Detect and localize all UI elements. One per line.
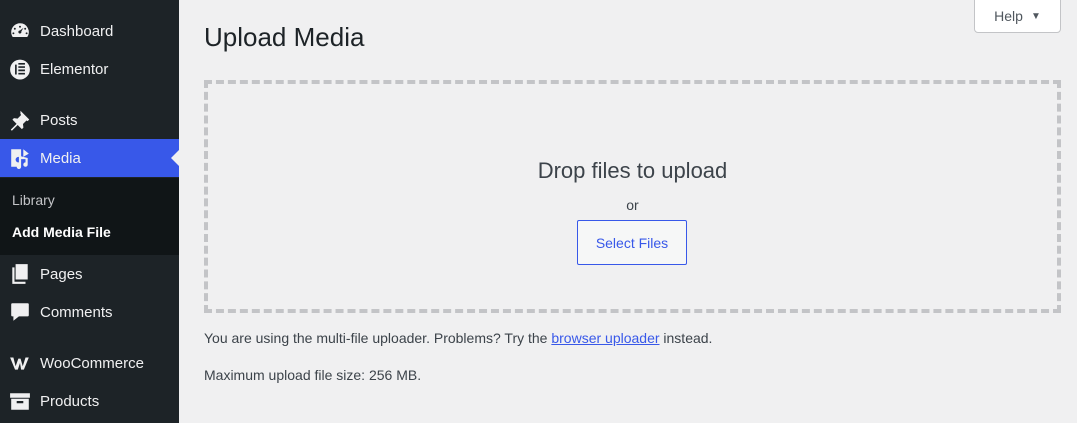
pin-icon bbox=[8, 108, 32, 132]
sidebar-item-label: Comments bbox=[40, 303, 113, 321]
pages-icon bbox=[8, 262, 32, 286]
uploader-info-suffix: instead. bbox=[659, 330, 713, 346]
sidebar-item-label: Posts bbox=[40, 111, 78, 129]
help-label: Help bbox=[994, 8, 1023, 24]
submenu-item-add-media-file[interactable]: Add Media File bbox=[12, 224, 111, 240]
admin-sidebar: Dashboard Elementor Posts Media Library … bbox=[0, 0, 179, 423]
archive-icon bbox=[8, 389, 32, 413]
select-files-button[interactable]: Select Files bbox=[577, 220, 687, 265]
sidebar-item-posts[interactable]: Posts bbox=[0, 101, 179, 139]
or-text: or bbox=[626, 197, 639, 213]
comment-icon bbox=[8, 300, 32, 324]
upload-dropzone[interactable]: Drop files to upload or Select Files bbox=[204, 80, 1061, 313]
dashboard-icon bbox=[8, 19, 32, 43]
sidebar-item-label: Media bbox=[40, 149, 81, 167]
sidebar-item-label: Pages bbox=[40, 265, 83, 283]
media-submenu: Library Add Media File bbox=[0, 178, 179, 255]
browser-uploader-link[interactable]: browser uploader bbox=[551, 330, 659, 346]
sidebar-item-label: Dashboard bbox=[40, 22, 114, 40]
sidebar-item-products[interactable]: Products bbox=[0, 382, 179, 420]
media-icon bbox=[8, 146, 32, 170]
sidebar-item-dashboard[interactable]: Dashboard bbox=[0, 12, 179, 50]
uploader-info: You are using the multi-file uploader. P… bbox=[204, 330, 712, 346]
sidebar-item-label: Products bbox=[40, 392, 100, 410]
elementor-icon bbox=[8, 57, 32, 81]
help-button[interactable]: Help ▼ bbox=[974, 0, 1061, 33]
woocommerce-icon bbox=[8, 351, 32, 375]
uploader-info-prefix: You are using the multi-file uploader. P… bbox=[204, 330, 552, 346]
drop-files-text: Drop files to upload bbox=[537, 158, 728, 183]
page-title: Upload Media bbox=[204, 22, 365, 52]
sidebar-item-elementor[interactable]: Elementor bbox=[0, 50, 179, 88]
sidebar-item-media[interactable]: Media bbox=[0, 139, 179, 177]
sidebar-item-label: WooCommerce bbox=[40, 354, 144, 372]
sidebar-item-comments[interactable]: Comments bbox=[0, 293, 179, 331]
max-upload-size: Maximum upload file size: 256 MB. bbox=[204, 367, 422, 383]
sidebar-item-label: Elementor bbox=[40, 60, 109, 78]
submenu-item-library[interactable]: Library bbox=[12, 192, 55, 208]
sidebar-item-woocommerce[interactable]: WooCommerce bbox=[0, 344, 179, 382]
caret-down-icon: ▼ bbox=[1030, 10, 1041, 22]
sidebar-item-pages[interactable]: Pages bbox=[0, 255, 179, 293]
